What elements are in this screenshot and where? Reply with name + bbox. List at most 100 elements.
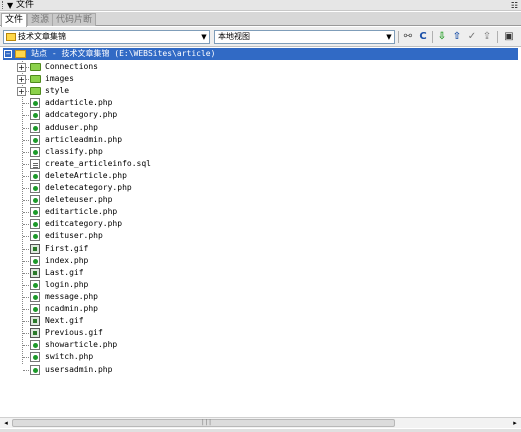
- tree-branch-line: [23, 333, 29, 335]
- tree-item-label: index.php: [45, 255, 89, 265]
- tree-item-label: articleadmin.php: [45, 134, 123, 144]
- tree-file-row[interactable]: ncadmin.php: [0, 303, 521, 315]
- tree-branch-line: [23, 115, 29, 117]
- php-file-icon: [30, 170, 40, 181]
- tree-file-row[interactable]: deletecategory.php: [0, 182, 521, 194]
- collapse-toggle[interactable]: −: [4, 50, 12, 58]
- tree-branch-line: [23, 345, 29, 347]
- tree-branch-line: [23, 212, 29, 214]
- php-file-icon: [30, 255, 40, 266]
- tree-item-label: editcategory.php: [45, 219, 123, 229]
- toolbar-divider: [398, 31, 399, 43]
- php-file-icon: [30, 122, 40, 133]
- tree-item-label: addarticle.php: [45, 98, 113, 108]
- tree-item-label: deleteuser.php: [45, 195, 113, 205]
- tree-item-label: message.php: [45, 291, 98, 301]
- tree-item-label: deletecategory.php: [45, 183, 132, 192]
- tree-folder-row[interactable]: + style: [0, 85, 521, 97]
- tree-file-row[interactable]: addcategory.php: [0, 109, 521, 121]
- tree-item-label: create_articleinfo.sql: [45, 158, 151, 168]
- tree-file-row[interactable]: usersadmin.php: [0, 364, 521, 376]
- tree-item-label: edituser.php: [45, 231, 103, 241]
- tree-file-row[interactable]: showarticle.php: [0, 339, 521, 351]
- tree-branch-line: [23, 175, 29, 177]
- refresh-icon[interactable]: C: [417, 31, 429, 43]
- panel-title-bar[interactable]: ▼ 文件 ☷: [0, 0, 521, 11]
- chevron-down-icon[interactable]: ▼: [199, 31, 209, 43]
- tree-file-row[interactable]: editcategory.php: [0, 218, 521, 230]
- text-file-icon: [30, 158, 40, 169]
- check-out-icon[interactable]: ✓: [466, 31, 478, 43]
- scrollbar-thumb[interactable]: |||: [12, 419, 395, 427]
- tree-item-label: Previous.gif: [45, 328, 103, 338]
- image-file-icon: [30, 328, 40, 339]
- panel-tab-bar: 文件 资源 代码片断: [0, 12, 521, 27]
- view-select[interactable]: 本地视图 ▼: [214, 30, 395, 44]
- tab-assets[interactable]: 资源: [27, 13, 54, 26]
- check-in-icon[interactable]: ⇪: [481, 31, 493, 43]
- tree-root-node[interactable]: − 站点 - 技术文章集锦 (E:\WEBSites\article): [3, 48, 518, 60]
- tree-branch-line: [23, 284, 29, 286]
- tree-file-row[interactable]: message.php: [0, 291, 521, 303]
- php-file-icon: [30, 231, 40, 242]
- image-file-icon: [30, 243, 40, 254]
- site-select-value: 技术文章集锦: [18, 32, 66, 41]
- expand-toggle-icon[interactable]: +: [17, 63, 26, 72]
- tree-file-row[interactable]: edituser.php: [0, 230, 521, 242]
- tree-branch-line: [23, 321, 29, 323]
- tree-branch-line: [23, 296, 29, 298]
- php-file-icon: [30, 340, 40, 351]
- tree-file-row[interactable]: deleteArticle.php: [0, 170, 521, 182]
- tree-item-label: classify.php: [45, 146, 103, 156]
- tree-file-row[interactable]: Next.gif: [0, 315, 521, 327]
- tree-file-row[interactable]: switch.php: [0, 351, 521, 363]
- image-file-icon: [30, 267, 40, 278]
- tree-branch-line: [23, 260, 29, 262]
- site-select[interactable]: 技术文章集锦 ▼: [3, 30, 210, 44]
- tab-snippets[interactable]: 代码片断: [52, 13, 97, 26]
- tree-file-row[interactable]: First.gif: [0, 243, 521, 255]
- tree-file-row[interactable]: index.php: [0, 255, 521, 267]
- horizontal-scrollbar[interactable]: ◂ ||| ▸: [0, 417, 521, 428]
- tree-folder-row[interactable]: + Connections: [0, 61, 521, 73]
- put-files-icon[interactable]: ⇧: [451, 31, 463, 43]
- tree-file-row[interactable]: create_articleinfo.sql: [0, 158, 521, 170]
- scroll-left-arrow-icon[interactable]: ◂: [1, 418, 11, 428]
- expand-toggle-icon[interactable]: +: [17, 87, 26, 97]
- tree-file-row[interactable]: deleteuser.php: [0, 194, 521, 206]
- tree-item-label: login.php: [45, 279, 89, 289]
- tree-file-row[interactable]: Last.gif: [0, 267, 521, 279]
- expand-panel-icon[interactable]: ▣: [503, 31, 515, 43]
- php-file-icon: [30, 195, 40, 206]
- tree-file-row[interactable]: articleadmin.php: [0, 134, 521, 146]
- tree-folder-row[interactable]: + images: [0, 73, 521, 85]
- tab-files[interactable]: 文件: [1, 13, 28, 27]
- tree-file-row[interactable]: login.php: [0, 279, 521, 291]
- view-select-value: 本地视图: [218, 32, 250, 41]
- tree-branch-line: [23, 200, 29, 202]
- tree-branch-line: [23, 357, 29, 359]
- scroll-right-arrow-icon[interactable]: ▸: [510, 418, 520, 428]
- chevron-down-icon[interactable]: ▼: [384, 31, 394, 43]
- php-file-icon: [30, 183, 40, 193]
- options-menu-icon[interactable]: ☷: [511, 0, 518, 11]
- toolbar-divider: [432, 31, 433, 43]
- tree-item-label: Connections: [45, 62, 98, 71]
- php-file-icon: [30, 207, 40, 218]
- panel-title: 文件: [16, 0, 35, 10]
- tree-file-row[interactable]: classify.php: [0, 146, 521, 158]
- panel-grip-handle[interactable]: [2, 1, 5, 9]
- connect-icon[interactable]: ⚯: [402, 31, 414, 43]
- expand-toggle-icon[interactable]: +: [17, 75, 26, 85]
- tree-item-label: deleteArticle.php: [45, 170, 127, 180]
- collapse-arrow-icon[interactable]: ▼: [7, 0, 13, 11]
- tree-file-row[interactable]: editarticle.php: [0, 206, 521, 218]
- get-files-icon[interactable]: ⇩: [436, 31, 448, 43]
- image-file-icon: [30, 316, 40, 327]
- php-file-icon: [30, 98, 40, 109]
- toolbar-divider: [497, 31, 498, 43]
- php-file-icon: [30, 291, 40, 302]
- tree-file-row[interactable]: Previous.gif: [0, 327, 521, 339]
- tree-file-row[interactable]: adduser.php: [0, 122, 521, 134]
- tree-file-row[interactable]: addarticle.php: [0, 97, 521, 109]
